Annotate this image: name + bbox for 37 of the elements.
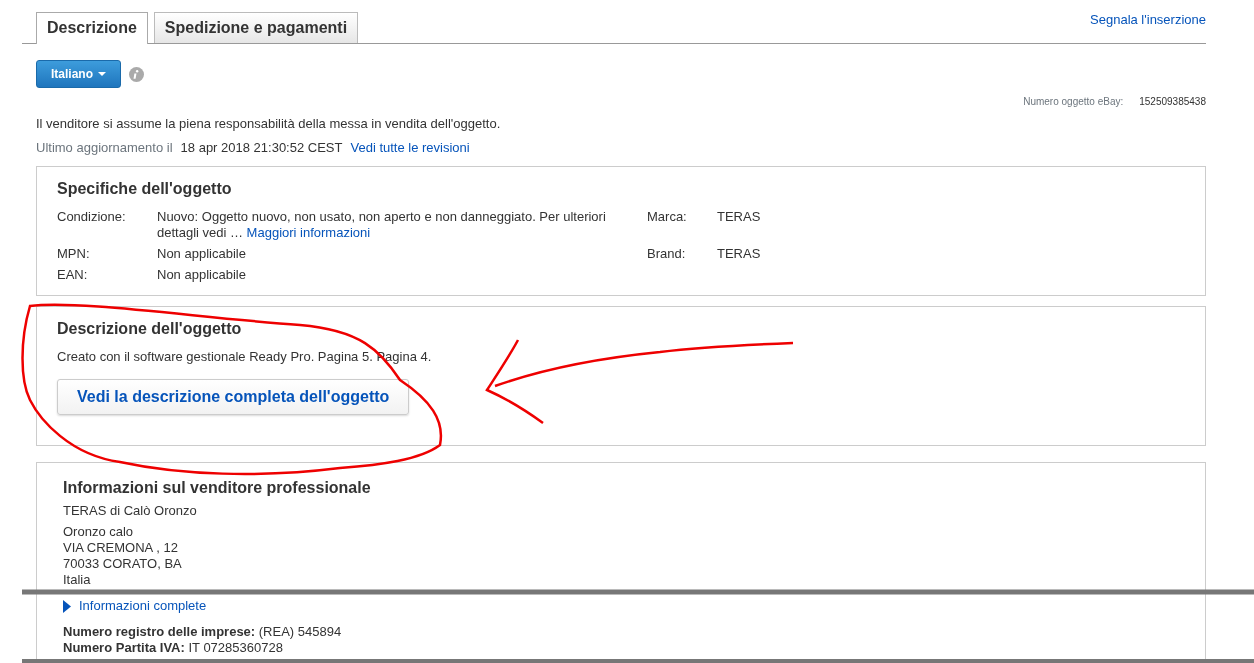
address-line: Italia — [63, 572, 91, 588]
tab[interactable]: Spedizione e pagamenti — [153, 12, 359, 43]
fact-label: Numero registro delle imprese: — [63, 624, 256, 639]
spec-value: Non applicabile — [157, 246, 247, 262]
spec-value: Non applicabile — [157, 267, 247, 283]
last-update-date: 18 apr 2018 21:30:52 CEST — [180, 140, 343, 156]
more-info-link[interactable]: Maggiori informazioni — [246, 225, 371, 240]
spec-label: Brand: — [647, 246, 687, 262]
fact-value: (REA) 545894 — [257, 624, 342, 639]
spec-value: TERAS — [717, 246, 762, 262]
spec-label: MPN: — [57, 246, 91, 262]
spec-value: Nuovo: Oggetto nuovo, non usato, non aperto e non danneggiato. Per ulteriori dettagli vedi … Maggiori informazioni — [157, 209, 607, 241]
full-description-button[interactable]: Vedi la descrizione completa dell'oggetto — [57, 379, 410, 415]
info-icon — [129, 66, 144, 82]
fact-label: Numero Partita IVA: — [63, 640, 185, 655]
address-line: Oronzo calo — [63, 524, 134, 540]
section-title: Descrizione dell'oggetto — [57, 319, 243, 339]
spec-label: EAN: — [57, 267, 89, 283]
section-title: Informazioni sul venditore professionale — [63, 478, 372, 498]
revisions-link[interactable]: Vedi tutte le revisioni — [350, 140, 470, 156]
responsibility-text: Il venditore si assume la piena responsabilità della messa in vendita dell'oggetto. — [36, 116, 502, 132]
spec-label: Condizione: — [57, 209, 127, 226]
address-line: 70033 CORATO, BA — [63, 556, 182, 572]
spec-value: TERAS — [717, 209, 762, 226]
company-name: TERAS di Calò Oronzo — [63, 503, 198, 519]
last-update-label: Ultimo aggiornamento il — [36, 140, 173, 156]
item-number: 152509385438 — [1139, 96, 1206, 108]
item-number-label: Numero oggetto eBay: — [1023, 96, 1124, 108]
address-line: VIA CREMONA , 12 — [63, 540, 178, 556]
spec-label: Marca: — [647, 209, 688, 226]
tab[interactable]: Descrizione — [36, 12, 148, 44]
report-link[interactable]: Segnala l'inserzione — [1090, 12, 1206, 28]
details-link[interactable]: Informazioni complete — [79, 598, 207, 614]
triangle-icon — [63, 599, 71, 613]
section-title: Specifiche dell'oggetto — [57, 179, 233, 199]
fact-value: IT 07285360728 — [187, 640, 283, 655]
language-dropdown[interactable]: Italiano — [36, 60, 121, 88]
